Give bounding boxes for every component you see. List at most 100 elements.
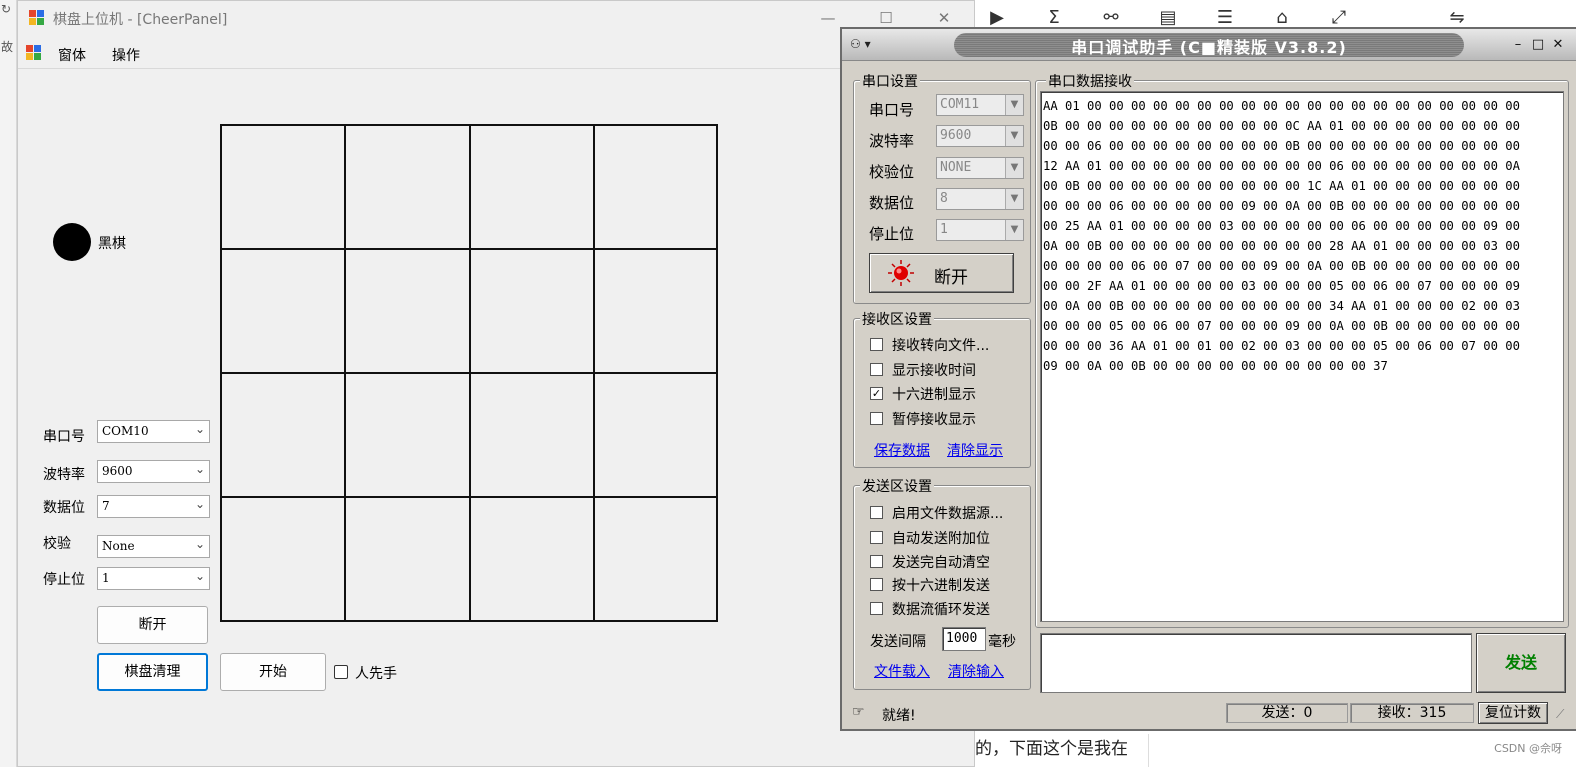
recv-line: 00 00 00 36 AA 01 00 01 00 02 00 03 00 0…: [1043, 339, 1520, 353]
receive-text-area[interactable]: AA 01 00 00 00 00 00 00 00 00 00 00 00 0…: [1040, 91, 1564, 622]
minimize-icon[interactable]: —: [816, 7, 840, 29]
assistant-port-label: 串口号: [869, 101, 915, 119]
recv-line: 0B 00 00 00 00 00 00 00 00 00 00 0C AA 0…: [1043, 119, 1520, 133]
background-left-strip: ↻ 故: [0, 0, 17, 767]
interval-input[interactable]: 1000: [942, 627, 986, 651]
status-text: 就绪!: [882, 708, 916, 724]
file-source-checkbox[interactable]: [870, 506, 883, 519]
append-bits-label: 自动发送附加位: [892, 531, 990, 547]
board-grid-line: [593, 126, 595, 620]
auto-clear-label: 发送完自动清空: [892, 555, 990, 571]
stopbits-select[interactable]: 1 ⌄: [97, 567, 210, 590]
close-icon[interactable]: ✕: [1550, 37, 1566, 53]
assistant-parity-select[interactable]: NONE ▼: [936, 157, 1024, 179]
send-settings-title: 发送区设置: [860, 476, 934, 496]
start-button[interactable]: 开始: [220, 653, 326, 691]
show-recv-time-label: 显示接收时间: [892, 363, 976, 379]
recv-line: 09 00 0A 00 0B 00 00 00 00 00 00 00 00 0…: [1043, 359, 1388, 373]
loop-send-label: 数据流循环发送: [892, 602, 990, 618]
recv-line: AA 01 00 00 00 00 00 00 00 00 00 00 00 0…: [1043, 99, 1520, 113]
chevron-down-icon: ▼: [1005, 126, 1023, 146]
assistant-stopbits-label: 停止位: [869, 225, 915, 243]
assistant-stopbits-select[interactable]: 1 ▼: [936, 219, 1024, 241]
hex-display-label: 十六进制显示: [892, 387, 976, 403]
open-close-port-label: 断开: [934, 268, 968, 288]
loop-send-checkbox[interactable]: [870, 602, 883, 615]
show-recv-time-checkbox[interactable]: [870, 363, 883, 376]
recv-to-file-checkbox[interactable]: [870, 338, 883, 351]
assistant-databits-select[interactable]: 8 ▼: [936, 188, 1024, 210]
pause-display-checkbox[interactable]: [870, 412, 883, 425]
recv-line: 0A 00 0B 00 00 00 00 00 00 00 00 00 00 2…: [1043, 239, 1520, 253]
port-select-value: COM10: [102, 424, 149, 438]
recv-line: 00 25 AA 01 00 00 00 00 03 00 00 00 00 0…: [1043, 219, 1520, 233]
send-text-area[interactable]: [1040, 633, 1472, 693]
open-close-port-button[interactable]: 断开: [869, 253, 1014, 293]
assistant-parity-value: NONE: [940, 160, 972, 175]
watermark: CSDN @佘呀: [1494, 742, 1562, 755]
stopbits-label: 停止位: [43, 572, 85, 588]
parity-select-value: None: [102, 539, 135, 553]
mdi-icon[interactable]: [26, 45, 42, 61]
assistant-baud-value: 9600: [940, 128, 972, 143]
chess-board[interactable]: [220, 124, 718, 622]
databits-label: 数据位: [43, 500, 85, 516]
interval-unit-label: 毫秒: [988, 634, 1016, 650]
reset-count-button[interactable]: 复位计数: [1478, 702, 1548, 724]
menu-bar: 窗体 操作: [18, 37, 974, 69]
chevron-down-icon: ⌄: [194, 497, 205, 511]
parity-label: 校验: [43, 536, 71, 552]
hex-display-checkbox[interactable]: ✓: [870, 387, 883, 400]
recv-line: 12 AA 01 00 00 00 00 00 00 00 00 00 00 0…: [1043, 159, 1520, 173]
receive-settings-title: 接收区设置: [860, 309, 934, 329]
disconnect-button[interactable]: 断开: [97, 606, 208, 644]
app-title-bar[interactable]: 棋盘上位机 - [CheerPanel] — ☐ ✕: [18, 1, 974, 35]
app-title: 棋盘上位机 - [CheerPanel]: [53, 12, 228, 28]
file-source-label: 启用文件数据源...: [892, 506, 1004, 522]
background-refresh-icon: ↻: [1, 2, 12, 16]
baud-select[interactable]: 9600 ⌄: [97, 460, 210, 483]
baud-label: 波特率: [43, 467, 85, 483]
chevron-down-icon: ▼: [1005, 95, 1023, 115]
menu-operation[interactable]: 操作: [112, 45, 140, 65]
clear-input-link[interactable]: 清除输入: [948, 661, 1004, 681]
parity-select[interactable]: None ⌄: [97, 535, 210, 558]
hex-send-checkbox[interactable]: [870, 578, 883, 591]
serial-assistant-window: ⚇ ▾ 串口调试助手 (C■精装版 V3.8.2) – □ ✕ 串口设置 串口号…: [840, 27, 1576, 731]
port-select[interactable]: COM10 ⌄: [97, 420, 210, 443]
chevron-down-icon: ▼: [1005, 220, 1023, 240]
send-button[interactable]: 发送: [1476, 633, 1566, 693]
recv-line: 00 00 00 05 00 06 00 07 00 00 00 09 00 0…: [1043, 319, 1520, 333]
minimize-icon[interactable]: –: [1510, 37, 1526, 53]
board-grid-line: [344, 126, 346, 620]
close-icon[interactable]: ✕: [932, 7, 956, 29]
assistant-databits-value: 8: [940, 191, 948, 206]
maximize-icon[interactable]: ☐: [874, 7, 898, 29]
databits-select[interactable]: 7 ⌄: [97, 495, 210, 518]
stopbits-select-value: 1: [102, 571, 110, 585]
received-count: 接收：315: [1350, 703, 1474, 723]
clear-display-link[interactable]: 清除显示: [947, 440, 1003, 460]
chevron-down-icon: ⌄: [194, 462, 205, 476]
maximize-icon[interactable]: □: [1530, 37, 1546, 53]
board-grid-line: [469, 126, 471, 620]
save-data-link[interactable]: 保存数据: [874, 440, 930, 460]
serial-settings-group: 串口设置 串口号 COM11 ▼ 波特率 9600 ▼ 校验位 NONE ▼ 数…: [853, 71, 1031, 304]
append-bits-checkbox[interactable]: [870, 531, 883, 544]
human-first-checkbox[interactable]: [334, 665, 348, 679]
auto-clear-checkbox[interactable]: [870, 555, 883, 568]
status-bar: ☞ 就绪! 发送：0 接收：315 复位计数 ⟋: [842, 699, 1576, 729]
sent-count: 发送：0: [1226, 703, 1348, 723]
serial-settings-title: 串口设置: [860, 71, 920, 91]
load-file-link[interactable]: 文件载入: [874, 661, 930, 681]
assistant-title-bar[interactable]: ⚇ ▾ 串口调试助手 (C■精装版 V3.8.2) – □ ✕: [842, 29, 1576, 61]
menu-window[interactable]: 窗体: [58, 45, 86, 65]
chevron-down-icon: ▼: [1005, 189, 1023, 209]
assistant-stopbits-value: 1: [940, 222, 948, 237]
recv-to-file-label: 接收转向文件...: [892, 338, 990, 354]
chevron-down-icon: ⌄: [194, 569, 205, 583]
piece-label: 黑棋: [98, 236, 126, 252]
assistant-baud-select[interactable]: 9600 ▼: [936, 125, 1024, 147]
assistant-port-select[interactable]: COM11 ▼: [936, 94, 1024, 116]
clear-board-button[interactable]: 棋盘清理: [97, 653, 208, 691]
